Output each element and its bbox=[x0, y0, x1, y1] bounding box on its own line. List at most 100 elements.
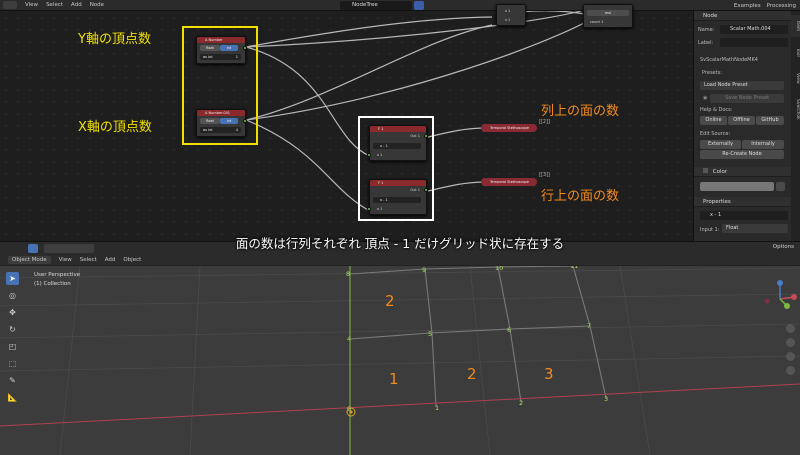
highlight-box-formula-nodes bbox=[358, 116, 434, 221]
examples-menu[interactable]: Examples bbox=[734, 3, 761, 9]
wire bbox=[245, 16, 493, 48]
vertex-index: 2 bbox=[519, 399, 524, 407]
menu-node[interactable]: Node bbox=[90, 2, 104, 8]
annotation-y-count: Y軸の頂点数 bbox=[78, 32, 151, 47]
object-mode-dropdown[interactable]: Object Mode bbox=[8, 255, 51, 264]
camera-view-icon[interactable] bbox=[786, 352, 795, 361]
tab-view[interactable]: View bbox=[791, 67, 800, 89]
face-index: 2 bbox=[467, 365, 477, 383]
select-tool-icon[interactable]: ➤ bbox=[6, 272, 19, 285]
vp-menu-add[interactable]: Add bbox=[105, 257, 116, 263]
tab-sverchok[interactable]: Sverchok bbox=[791, 93, 800, 125]
vp-menu-view[interactable]: View bbox=[59, 257, 72, 263]
wire bbox=[245, 119, 371, 212]
tab-tool[interactable]: Tool bbox=[791, 41, 800, 63]
presets-label: Presets: bbox=[702, 70, 722, 76]
edit-source-label: Edit Source: bbox=[700, 131, 731, 137]
scale-tool-icon[interactable]: ◰ bbox=[6, 340, 19, 353]
view-perspective-label: User Perspective bbox=[34, 272, 81, 278]
rotate-tool-icon[interactable]: ↻ bbox=[6, 323, 19, 336]
vertex-index: 3 bbox=[604, 395, 609, 403]
wire bbox=[519, 10, 586, 15]
recreate-node-button[interactable]: Re-Create Node bbox=[700, 150, 784, 159]
menu-add[interactable]: Add bbox=[71, 2, 82, 8]
eyedropper-icon[interactable] bbox=[776, 182, 785, 191]
node-row-label: x 1 bbox=[505, 18, 511, 22]
offline-docs-button[interactable]: Offline bbox=[728, 116, 755, 125]
stethoscope-node-2[interactable]: Temporal Stethoscope bbox=[481, 178, 537, 186]
x-axis-line bbox=[0, 383, 800, 427]
annotation-x-count: X軸の頂点数 bbox=[78, 120, 152, 135]
3d-viewport[interactable]: ➤ ◎ ✥ ↻ ◰ ⬚ ✎ 📐 User Perspective (1) Col… bbox=[0, 266, 800, 455]
color-label: Color bbox=[712, 169, 728, 175]
face-index: 3 bbox=[544, 365, 554, 383]
properties-section-header[interactable]: Properties bbox=[694, 197, 792, 207]
node-label-field[interactable] bbox=[720, 38, 788, 47]
node-row-label: x 1 bbox=[505, 9, 511, 13]
help-docs-label: Help & Docs: bbox=[700, 107, 733, 113]
vertex-index: 4 bbox=[347, 335, 352, 343]
ortho-grid-icon[interactable] bbox=[786, 366, 795, 375]
navigation-gizmo[interactable] bbox=[762, 279, 798, 319]
processing-toggle[interactable]: Processing bbox=[767, 3, 796, 9]
measure-tool-icon[interactable]: 📐 bbox=[6, 391, 19, 404]
tutorial-caption: 面の数は行列それぞれ 頂点 - 1 だけグリッド状に存在する bbox=[235, 236, 565, 251]
node-editor[interactable]: View Select Add Node NodeTree Examples P… bbox=[0, 0, 800, 241]
face-index: 2 bbox=[385, 292, 395, 310]
math-operation-field[interactable]: mul bbox=[587, 10, 629, 16]
label-label: Label: bbox=[698, 40, 714, 46]
node-section-header[interactable]: Node bbox=[694, 11, 792, 21]
move-tool-icon[interactable]: ✥ bbox=[6, 306, 19, 319]
node-tree-field[interactable]: NodeTree bbox=[340, 1, 412, 10]
star-icon: ★ bbox=[702, 94, 709, 102]
tab-item[interactable]: Item bbox=[791, 15, 800, 37]
node-name-field[interactable]: Scalar Math.004 bbox=[720, 25, 788, 34]
vertex-index: 9 bbox=[422, 266, 427, 274]
vertex-index: 6 bbox=[507, 326, 512, 334]
menu-view[interactable]: View bbox=[25, 2, 38, 8]
stethoscope-value-1: [[2]] bbox=[539, 119, 550, 125]
vertex-index: 8 bbox=[346, 270, 351, 278]
math-node-right[interactable]: mul count 1 bbox=[583, 4, 633, 28]
menu-select[interactable]: Select bbox=[46, 2, 63, 8]
vertex-index: 5 bbox=[428, 330, 433, 338]
edit-externally-button[interactable]: Externally bbox=[700, 140, 741, 149]
edit-internally-button[interactable]: Internally bbox=[742, 140, 784, 149]
cursor-tool-icon[interactable]: ◎ bbox=[6, 289, 19, 302]
pan-hand-icon[interactable] bbox=[786, 338, 795, 347]
annotation-faces-row: 行上の面の数 bbox=[541, 189, 620, 204]
sidebar-tabs: Item Tool View Sverchok bbox=[791, 11, 800, 241]
viewport-grid bbox=[0, 266, 800, 455]
fake-user-shield-icon[interactable] bbox=[414, 1, 424, 10]
github-docs-button[interactable]: GitHub bbox=[756, 116, 784, 125]
function-dropdown[interactable]: x - 1 bbox=[700, 211, 788, 220]
node-row-label: count 1 bbox=[590, 20, 604, 24]
name-label: Name: bbox=[698, 27, 715, 33]
vertex-index: 0 bbox=[347, 405, 352, 413]
zoom-icon[interactable] bbox=[786, 324, 795, 333]
wire bbox=[427, 181, 483, 192]
color-section-header[interactable]: Color bbox=[694, 167, 792, 177]
stethoscope-node-1[interactable]: Temporal Stethoscope bbox=[481, 124, 537, 132]
node-sidebar: Node Name: Scalar Math.004 Label: SvScal… bbox=[693, 11, 792, 241]
load-preset-dropdown[interactable]: Load Node Preset bbox=[700, 81, 784, 90]
node-type-label: SvScalarMathNodeMK4 bbox=[700, 57, 758, 63]
online-docs-button[interactable]: Online bbox=[700, 116, 727, 125]
face-index: 1 bbox=[389, 370, 399, 388]
wire bbox=[427, 127, 483, 138]
editor-type-button[interactable] bbox=[3, 1, 17, 9]
color-swatch[interactable] bbox=[700, 182, 774, 191]
header-right: Examples Processing bbox=[734, 0, 796, 11]
math-node-top[interactable]: x 1 x 1 bbox=[496, 4, 526, 26]
save-preset-button[interactable]: Save Node Preset bbox=[710, 94, 784, 103]
vp-menu-select[interactable]: Select bbox=[80, 257, 97, 263]
vertex-index: 7 bbox=[587, 322, 592, 330]
transform-tool-icon[interactable]: ⬚ bbox=[6, 357, 19, 370]
vertex-index: 10 bbox=[495, 266, 504, 272]
input-1-dropdown[interactable]: Float bbox=[722, 224, 788, 233]
color-checkbox[interactable] bbox=[703, 168, 708, 173]
highlight-box-number-nodes bbox=[182, 26, 258, 145]
vp-menu-object[interactable]: Object bbox=[123, 257, 141, 263]
annotate-tool-icon[interactable]: ✎ bbox=[6, 374, 19, 387]
stethoscope-value-2: [[3]] bbox=[539, 172, 550, 178]
